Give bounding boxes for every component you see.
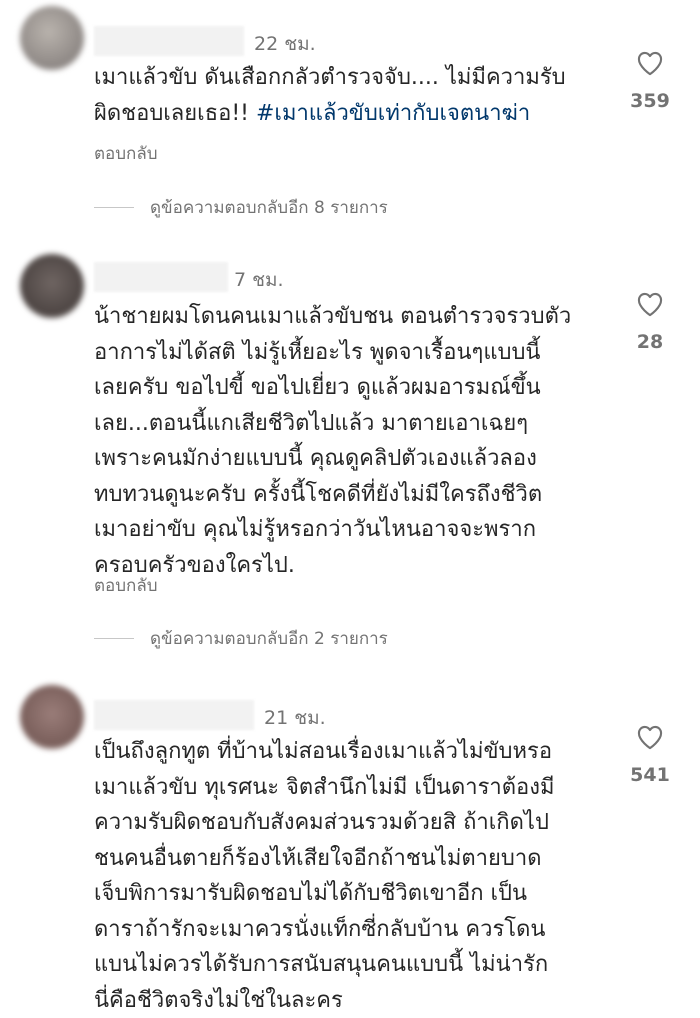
view-replies-button[interactable]: ดูข้อความตอบกลับอีก 8 รายการ [94, 195, 388, 219]
view-replies-label: ดูข้อความตอบกลับอีก 2 รายการ [150, 628, 388, 649]
avatar[interactable] [20, 685, 84, 749]
reply-button[interactable]: ตอบกลับ [94, 140, 158, 167]
avatar[interactable] [20, 6, 84, 70]
like-block: 541 [620, 724, 680, 786]
view-replies-label: ดูข้อความตอบกลับอีก 8 รายการ [150, 197, 388, 218]
comment-timestamp: 22 ชม. [254, 33, 316, 55]
avatar[interactable] [20, 254, 84, 318]
heart-outline-icon[interactable] [636, 724, 664, 750]
divider-line [94, 637, 134, 639]
reply-button[interactable]: ตอบกลับ [94, 572, 158, 599]
divider-line [94, 206, 134, 208]
heart-outline-icon[interactable] [636, 50, 664, 76]
like-block: 359 [620, 50, 680, 112]
username-redacted[interactable] [94, 262, 228, 292]
comment-timestamp: 7 ชม. [234, 269, 284, 291]
like-block: 28 [620, 291, 680, 353]
heart-outline-icon[interactable] [636, 291, 664, 317]
like-count: 359 [630, 90, 670, 112]
hashtag-link[interactable]: #เมาแล้วขับเท่ากับเจตนาฆ่า [256, 101, 530, 126]
view-replies-button[interactable]: ดูข้อความตอบกลับอีก 2 รายการ [94, 626, 388, 650]
username-redacted[interactable] [94, 700, 254, 730]
comment-text: น้าชายผมโดนคนเมาแล้วขับชน ตอนตำรวจรวบตัว… [94, 304, 572, 578]
username-redacted[interactable] [94, 26, 244, 56]
comment-text: เป็นถึงลูกทูต ที่บ้านไม่สอนเรื่องเมาแล้ว… [94, 739, 555, 1013]
comment-text: เมาแล้วขับ ดันเสือกกลัวตำรวจจับ.... ไม่ม… [94, 60, 614, 131]
comment-timestamp: 21 ชม. [264, 707, 326, 729]
like-count: 541 [630, 764, 670, 786]
like-count: 28 [636, 331, 664, 353]
